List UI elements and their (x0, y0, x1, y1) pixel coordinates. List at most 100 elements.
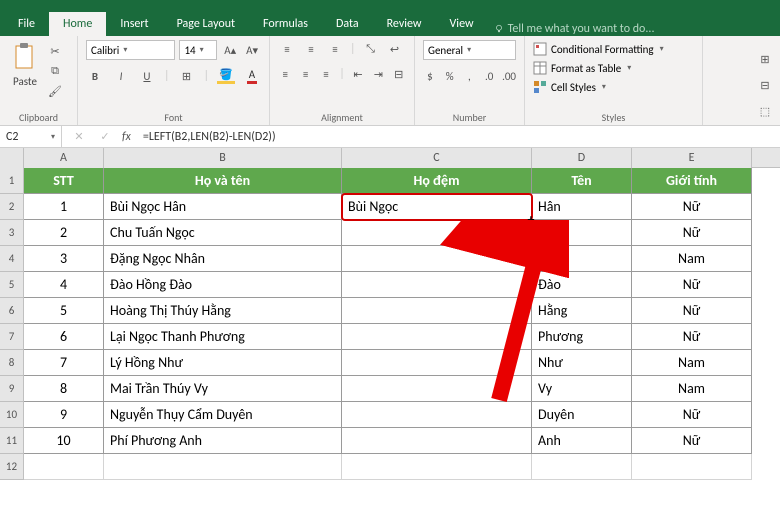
cell[interactable]: 3 (24, 246, 104, 272)
decrease-indent-icon[interactable]: ⇤ (351, 65, 365, 83)
cell[interactable]: Nữ (632, 324, 752, 350)
cell[interactable]: 5 (24, 298, 104, 324)
cell[interactable]: Chu Tuấn Ngọc (104, 220, 342, 246)
cell[interactable] (342, 454, 532, 480)
cell[interactable]: Nữ (632, 272, 752, 298)
cell[interactable] (342, 376, 532, 402)
header-ho-ten[interactable]: Họ và tên (104, 168, 342, 194)
row-header[interactable]: 6 (0, 298, 24, 324)
row-header[interactable]: 1 (0, 168, 24, 194)
tab-review[interactable]: Review (373, 12, 436, 36)
tab-file[interactable]: File (4, 12, 49, 36)
align-middle-icon[interactable]: ≡ (302, 40, 320, 58)
cut-icon[interactable]: ✂ (46, 42, 64, 60)
cell[interactable]: 7 (24, 350, 104, 376)
col-header-E[interactable]: E (632, 148, 752, 168)
cell[interactable] (342, 402, 532, 428)
orientation-icon[interactable]: ⤡ (362, 40, 380, 58)
cell[interactable] (342, 350, 532, 376)
merge-icon[interactable]: ⊟ (392, 65, 406, 83)
cell[interactable]: Lý Hồng Như (104, 350, 342, 376)
font-size-dropdown[interactable]: 14▾ (179, 40, 217, 60)
cell[interactable]: Vy (532, 376, 632, 402)
format-cells-icon[interactable]: ⬚ (756, 102, 774, 120)
delete-cells-icon[interactable]: ⊟ (756, 76, 774, 94)
cell[interactable]: Nữ (632, 220, 752, 246)
cancel-formula-icon[interactable]: ✕ (70, 128, 88, 146)
align-left-icon[interactable]: ≡ (278, 65, 292, 83)
font-color-icon[interactable]: A (243, 67, 261, 85)
decrease-font-icon[interactable]: A▾ (243, 41, 261, 59)
copy-icon[interactable]: ⧉ (46, 62, 64, 80)
tab-data[interactable]: Data (322, 12, 373, 36)
format-painter-icon[interactable]: 🖌 (46, 82, 64, 100)
align-top-icon[interactable]: ≡ (278, 40, 296, 58)
cell[interactable] (632, 454, 752, 480)
cell[interactable]: Như (532, 350, 632, 376)
cell[interactable]: 1 (24, 194, 104, 220)
cell[interactable]: Bùi Ngọc (342, 194, 532, 220)
cell[interactable]: Nguyễn Thụy Cẩm Duyên (104, 402, 342, 428)
conditional-formatting-button[interactable]: Conditional Formatting▾ (533, 42, 694, 56)
format-as-table-button[interactable]: Format as Table▾ (533, 61, 694, 75)
cell[interactable] (104, 454, 342, 480)
cell[interactable]: Duyên (532, 402, 632, 428)
name-box[interactable]: C2▾ (0, 126, 62, 147)
row-header[interactable]: 12 (0, 454, 24, 480)
tab-page-layout[interactable]: Page Layout (163, 12, 249, 36)
fx-icon[interactable]: fx (122, 130, 131, 144)
comma-format-icon[interactable]: , (463, 67, 477, 85)
cell[interactable]: 10 (24, 428, 104, 454)
cell[interactable]: Đào Hồng Đào (104, 272, 342, 298)
fill-color-icon[interactable]: 🪣 (217, 67, 235, 85)
paste-button[interactable]: Paste (8, 40, 42, 90)
header-ten[interactable]: Tên (532, 168, 632, 194)
row-header[interactable]: 7 (0, 324, 24, 350)
cell[interactable] (342, 246, 532, 272)
cell[interactable]: Nữ (632, 402, 752, 428)
cell[interactable] (342, 272, 532, 298)
cell[interactable]: Nữ (632, 194, 752, 220)
cell[interactable]: Nam (632, 246, 752, 272)
cell[interactable]: 8 (24, 376, 104, 402)
accounting-format-icon[interactable]: $ (423, 67, 437, 85)
cell[interactable] (24, 454, 104, 480)
align-right-icon[interactable]: ≡ (319, 65, 333, 83)
cell[interactable]: Hoàng Thị Thúy Hằng (104, 298, 342, 324)
tab-view[interactable]: View (436, 12, 488, 36)
cell[interactable]: Nữ (632, 298, 752, 324)
increase-font-icon[interactable]: A▴ (221, 41, 239, 59)
cell[interactable] (342, 298, 532, 324)
align-center-icon[interactable]: ≡ (298, 65, 312, 83)
cell[interactable]: Nam (632, 350, 752, 376)
tab-formulas[interactable]: Formulas (249, 12, 322, 36)
row-header[interactable]: 4 (0, 246, 24, 272)
col-header-A[interactable]: A (24, 148, 104, 168)
decrease-decimal-icon[interactable]: .00 (502, 67, 516, 85)
col-header-C[interactable]: C (342, 148, 532, 168)
row-header[interactable]: 8 (0, 350, 24, 376)
italic-button[interactable]: I (112, 67, 130, 85)
formula-input[interactable]: =LEFT(B2,LEN(B2)-LEN(D2)) (139, 130, 780, 144)
bold-button[interactable]: B (86, 67, 104, 85)
select-all-corner[interactable] (0, 148, 24, 168)
row-header[interactable]: 9 (0, 376, 24, 402)
cell[interactable] (342, 324, 532, 350)
row-header[interactable]: 3 (0, 220, 24, 246)
row-header[interactable]: 2 (0, 194, 24, 220)
wrap-text-icon[interactable]: ↩ (386, 40, 404, 58)
underline-button[interactable]: U (138, 67, 156, 85)
tab-insert[interactable]: Insert (106, 12, 162, 36)
header-stt[interactable]: STT (24, 168, 104, 194)
cell[interactable]: Hằng (532, 298, 632, 324)
cell[interactable]: Phương (532, 324, 632, 350)
row-header[interactable]: 11 (0, 428, 24, 454)
header-ho-dem[interactable]: Họ đệm (342, 168, 532, 194)
cell[interactable]: Nam (632, 376, 752, 402)
cell[interactable]: Đặng Ngọc Nhân (104, 246, 342, 272)
col-header-B[interactable]: B (104, 148, 342, 168)
cell[interactable]: Ngọc (532, 220, 632, 246)
header-gioi-tinh[interactable]: Giới tính (632, 168, 752, 194)
tell-me-search[interactable]: Tell me what you want to do... (494, 22, 655, 36)
cell-grid[interactable]: STT Họ và tên Họ đệm Tên Giới tính 1 Bùi … (24, 168, 752, 480)
